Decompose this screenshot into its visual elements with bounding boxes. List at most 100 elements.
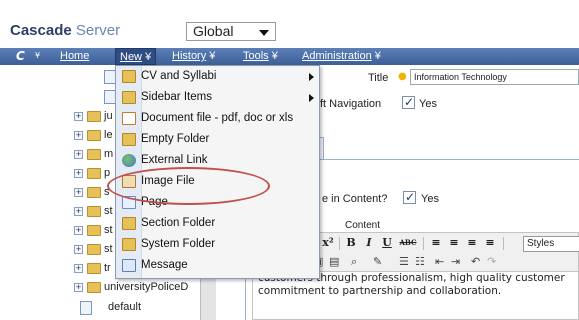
expand-icon[interactable]: +	[74, 150, 83, 159]
nav-administration-label: Administration	[302, 50, 372, 62]
menu-item-empty-folder[interactable]: Empty Folder	[116, 130, 319, 151]
folder-icon	[87, 225, 101, 236]
required-indicator-icon: ●	[398, 71, 407, 82]
menu-item-sidebar-items[interactable]: Sidebar Items	[116, 88, 319, 109]
folder-icon	[87, 111, 101, 122]
nav-tools-label: Tools	[243, 50, 269, 62]
align-left-icon[interactable]: ≡	[429, 236, 443, 251]
tree-item-label: s	[104, 186, 110, 198]
outdent-icon[interactable]: ⇤	[435, 255, 444, 269]
main-nav-bar: C ¥ Home New ¥ History ¥ Tools ¥ Adminis…	[0, 48, 579, 65]
folder-icon	[87, 282, 101, 293]
menu-item-cv-and-syllabi[interactable]: CV and Syllabi	[116, 67, 319, 88]
numbered-list-icon[interactable]: ☷	[415, 255, 425, 269]
tree-item-label: st	[104, 243, 113, 255]
expand-icon[interactable]: +	[74, 188, 83, 197]
menu-item-page[interactable]: Page	[116, 193, 319, 214]
italic-button[interactable]: I	[363, 236, 375, 251]
spellcheck-icon[interactable]: ✎	[373, 255, 382, 269]
menu-item-section-folder[interactable]: Section Folder	[116, 214, 319, 235]
chevron-down-icon: ¥	[145, 51, 152, 63]
expand-icon[interactable]: +	[74, 226, 83, 235]
expand-icon[interactable]: +	[74, 131, 83, 140]
site-select-value: Global	[193, 23, 234, 39]
bold-button[interactable]: B	[345, 236, 357, 251]
expand-icon[interactable]: +	[74, 245, 83, 254]
indent-icon[interactable]: ⇥	[451, 255, 460, 269]
find-replace-icon[interactable]: ⌕	[351, 255, 357, 269]
content-field-label: Content	[345, 220, 381, 231]
folder-icon	[87, 168, 101, 179]
expand-icon[interactable]: +	[74, 207, 83, 216]
menu-item-image-file[interactable]: Image File	[116, 172, 319, 193]
align-justify-icon[interactable]: ≡	[483, 236, 497, 251]
title-label: Title	[368, 72, 389, 84]
tree-item-label: st	[104, 224, 113, 236]
nav-new-label: New	[120, 51, 143, 63]
styles-select-label: Styles	[527, 238, 555, 249]
undo-icon[interactable]: ↶	[471, 255, 480, 269]
superscript-button[interactable]: x²	[321, 236, 335, 251]
brand-name-part2: Server	[75, 22, 121, 39]
toolbar-separator	[339, 237, 340, 250]
bullet-list-icon[interactable]: ☰	[399, 255, 409, 269]
menu-item-label: External Link	[141, 154, 208, 166]
styles-select[interactable]: Styles	[523, 236, 579, 252]
left-navigation-checkbox[interactable]	[402, 95, 415, 109]
document-icon	[122, 112, 136, 125]
expand-icon[interactable]: +	[74, 283, 83, 292]
folder-icon	[122, 238, 136, 251]
paste-word-icon[interactable]: ▤	[329, 255, 339, 269]
in-content-checkbox[interactable]	[403, 190, 416, 204]
tree-scrollbar[interactable]	[200, 275, 216, 320]
menu-item-label: Section Folder	[141, 217, 216, 229]
site-select[interactable]: Global	[186, 22, 276, 41]
menu-item-document-file[interactable]: Document file - pdf, doc or xls	[116, 109, 319, 130]
menu-item-label: Page	[141, 196, 168, 208]
folder-icon	[122, 70, 136, 83]
nav-new[interactable]: New ¥	[115, 48, 157, 65]
tree-item-label: p	[104, 167, 111, 179]
nav-administration[interactable]: Administration ¥	[302, 50, 381, 62]
globe-link-icon	[122, 154, 136, 167]
nav-tools[interactable]: Tools ¥	[243, 50, 278, 62]
align-center-icon[interactable]: ≡	[447, 236, 461, 251]
chevron-down-icon: ¥	[374, 50, 381, 62]
folder-icon	[87, 206, 101, 217]
tree-item-label: st	[104, 205, 113, 217]
page-icon	[80, 301, 92, 315]
tree-item-label: tr	[104, 262, 111, 274]
redo-icon[interactable]: ↷	[487, 255, 496, 269]
menu-item-label: Sidebar Items	[141, 91, 212, 103]
menu-item-message[interactable]: Message	[116, 256, 319, 277]
menu-item-system-folder[interactable]: System Folder	[116, 235, 319, 256]
expand-icon[interactable]: +	[74, 112, 83, 121]
menu-item-label: System Folder	[141, 238, 216, 250]
nav-home-label: Home	[60, 50, 90, 62]
folder-icon	[122, 91, 136, 104]
chevron-right-icon	[309, 73, 314, 81]
align-right-icon[interactable]: ≡	[465, 236, 479, 251]
menu-item-label: Message	[141, 259, 188, 271]
content-editor[interactable]: customers through professionalism, high …	[252, 272, 579, 320]
expand-icon[interactable]: +	[74, 264, 83, 273]
folder-icon	[87, 149, 101, 160]
image-file-icon	[122, 175, 136, 188]
underline-button[interactable]: U	[381, 236, 393, 251]
in-content-label: e in Content?	[322, 193, 388, 205]
cascade-logo-icon[interactable]: C	[16, 49, 25, 63]
tree-item-label: m	[104, 148, 114, 160]
nav-home[interactable]: Home	[60, 50, 89, 62]
brand-name-part1: Cascade	[10, 22, 72, 39]
tree-item-label: default	[108, 301, 142, 313]
menu-item-external-link[interactable]: External Link	[116, 151, 319, 172]
tree-item-label: le	[104, 129, 113, 141]
expand-icon[interactable]: +	[74, 169, 83, 178]
chevron-down-icon	[259, 30, 269, 36]
strikethrough-button[interactable]: ABC	[398, 236, 418, 251]
title-input[interactable]: Information Technology	[410, 69, 579, 85]
message-icon	[122, 259, 136, 272]
nav-history[interactable]: History ¥	[172, 50, 215, 62]
editor-line: commitment to partnership and collaborat…	[258, 285, 502, 297]
menu-item-label: Empty Folder	[141, 133, 210, 145]
